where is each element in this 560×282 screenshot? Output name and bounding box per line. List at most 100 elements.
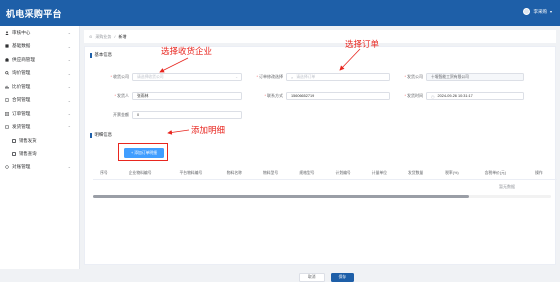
sidebar-subitem-sales-shipping[interactable]: 销售发货 [0, 134, 79, 147]
database-icon [5, 44, 9, 48]
column-header: 物料型号 [263, 171, 279, 175]
sidebar-subitem-label: 销售查询 [19, 150, 37, 156]
search-icon: ⌕ [291, 74, 294, 80]
save-button[interactable]: 保存 [330, 273, 355, 282]
add-order-detail-button[interactable]: + 添加订单明细 [124, 148, 164, 158]
column-header: 含税单价(元) [484, 171, 507, 175]
sidebar-item-label: 基础数据 [12, 43, 31, 49]
column-header: 操作 [535, 171, 543, 175]
amount-field: 开票金额 0 [87, 110, 242, 120]
amount-label: 开票金额 [113, 112, 129, 117]
contact-input[interactable]: 15606652719 [286, 91, 390, 101]
user-icon [5, 31, 9, 35]
sidebar-item-label: 合同管理 [12, 97, 31, 103]
sidebar-item-label: 比价管理 [12, 83, 31, 89]
main-content: ⊙ 采购业务 / 新增 基本信息 *收货公司 请选择收货公司 ⌄ *订单修改选择… [80, 26, 560, 282]
breadcrumb-home[interactable]: 采购业务 [95, 34, 111, 40]
sender-company-label: *发货公司 [404, 74, 423, 79]
sidebar-item-label: 订单管理 [12, 110, 31, 116]
avatar [523, 8, 531, 15]
sidebar-item-reconcile[interactable]: 对账管理 ⌄ [0, 160, 79, 174]
sidebar-item-contract[interactable]: 合同管理 ⌄ [0, 94, 79, 108]
column-header: 平台物料编号 [179, 171, 203, 175]
breadcrumb: ⊙ 采购业务 / 新增 [84, 30, 556, 43]
order-select-label: *订单修改选择 [256, 74, 283, 79]
amount-input[interactable]: 0 [132, 110, 242, 120]
sidebar-subitem-sales-query[interactable]: 销售查询 [0, 147, 79, 160]
sidebar-item-audit[interactable]: 审核中心 ⌄ [0, 26, 79, 40]
cancel-button[interactable]: 取消 [299, 273, 325, 282]
chevron-down-icon: ⌄ [67, 164, 71, 170]
chevron-up-icon: ⌃ [67, 124, 71, 130]
scrollbar-thumb[interactable] [93, 195, 469, 198]
chevron-down-icon: ⌄ [67, 97, 71, 103]
ship-time-label: *发货时间 [404, 93, 423, 98]
form-card: 基本信息 *收货公司 请选择收货公司 ⌄ *订单修改选择 ⌕ 请选择订单 *发货… [84, 46, 557, 282]
sidebar-item-supplier[interactable]: 供应商管理 ⌄ [0, 53, 79, 67]
sidebar-item-basic-data[interactable]: 基础数据 ⌄ [0, 40, 79, 54]
sidebar-item-label: 发货管理 [12, 124, 31, 130]
sender-input[interactable]: 张雨林 [132, 91, 242, 101]
column-header: 计划编号 [335, 171, 351, 175]
ship-time-field: *发货时间 ◷ 2024-09-26 10:31:17 [391, 91, 524, 101]
sidebar-subitem-label: 销售发货 [19, 137, 37, 143]
chevron-down-icon: ⌄ [67, 70, 71, 76]
ship-time-value: 2024-09-26 10:31:17 [437, 94, 473, 98]
section-detail-label: 明细信息 [94, 132, 113, 137]
sidebar-item-shipping[interactable]: 发货管理 ⌃ [0, 121, 79, 135]
order-select-input[interactable]: ⌕ 请选择订单 [286, 72, 390, 82]
sender-company-field: *发货公司 十堰智能工贸有限公司 [391, 72, 524, 82]
breadcrumb-current: 新增 [118, 33, 127, 39]
sidebar-item-order[interactable]: 订单管理 ⌄ [0, 107, 79, 121]
column-header: 物料名称 [226, 171, 242, 175]
receiver-company-label: *收货公司 [110, 74, 129, 79]
chevron-down-icon: ⌄ [67, 57, 71, 63]
ship-time-input[interactable]: ◷ 2024-09-26 10:31:17 [426, 91, 524, 101]
receiver-company-placeholder: 请选择收货公司 [137, 74, 164, 79]
document-icon [12, 138, 16, 143]
annotation-receiver: 选择收货企业 [161, 46, 213, 56]
sender-label: *发货人 [114, 93, 129, 98]
column-header: 发货数量 [408, 171, 424, 175]
back-icon[interactable]: ⊙ [89, 34, 92, 39]
inquiry-icon [5, 71, 9, 76]
section-detail-title: 明细信息 [90, 132, 112, 138]
section-basic-label: 基本信息 [94, 52, 113, 57]
clock-icon: ◷ [431, 93, 435, 99]
sidebar-item-label: 供应商管理 [12, 56, 35, 62]
sender-company-input[interactable]: 十堰智能工贸有限公司 [426, 72, 524, 82]
receiver-company-field: *收货公司 请选择收货公司 ⌄ [87, 72, 242, 82]
annotation-order: 选择订单 [345, 39, 380, 49]
chevron-down-icon: ⌄ [67, 111, 71, 117]
column-header: 规格型号 [299, 171, 315, 175]
sidebar-item-label: 审核中心 [12, 29, 31, 35]
top-bar: 机电采购平台 李采购 ▾ [0, 0, 560, 26]
column-header: 税率(%) [445, 171, 459, 175]
table-empty-text: 暂无数据 [499, 184, 515, 189]
contract-icon [5, 98, 9, 103]
chevron-down-icon: ▾ [549, 9, 552, 14]
section-marker [90, 132, 92, 138]
sender-field: *发货人 张雨林 [87, 91, 242, 101]
user-menu[interactable]: 李采购 ▾ [523, 8, 552, 15]
document-icon [12, 151, 16, 156]
contact-label: *联系方式 [264, 93, 283, 98]
supplier-icon [5, 57, 9, 62]
sidebar-item-compare[interactable]: 比价管理 ⌄ [0, 80, 79, 94]
receiver-company-select[interactable]: 请选择收货公司 ⌄ [132, 72, 242, 82]
column-header: 计量单位 [371, 171, 387, 175]
sidebar: 审核中心 ⌄ 基础数据 ⌄ 供应商管理 ⌄ 询价管理 ⌄ 比价管理 ⌄ 合同管理… [0, 26, 80, 269]
user-name: 李采购 [533, 8, 547, 14]
chevron-down-icon: ⌄ [67, 84, 71, 90]
sidebar-item-label: 对账管理 [12, 163, 31, 169]
sidebar-item-label: 询价管理 [12, 70, 31, 76]
reconcile-icon [5, 165, 9, 169]
sidebar-item-inquiry[interactable]: 询价管理 ⌄ [0, 67, 79, 81]
chevron-down-icon: ⌄ [67, 43, 71, 49]
table-horizontal-scrollbar[interactable] [93, 195, 551, 198]
breadcrumb-separator: / [114, 34, 116, 39]
column-header: 序号 [100, 171, 108, 175]
shipping-icon [5, 125, 9, 129]
app-title: 机电采购平台 [6, 9, 62, 19]
order-icon [5, 111, 9, 116]
